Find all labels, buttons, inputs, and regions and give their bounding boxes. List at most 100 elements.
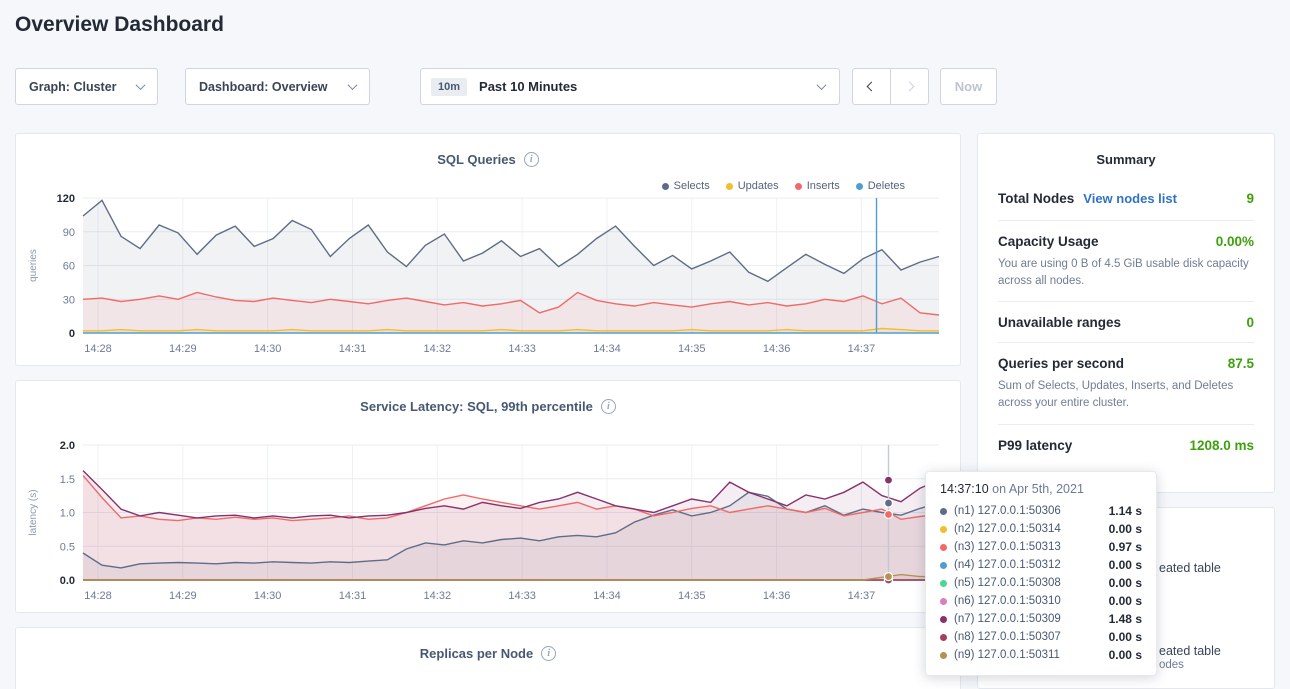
chart-card-service-latency: Service Latency: SQL, 99th percentile i … <box>15 380 961 613</box>
tooltip-node-label: (n4) 127.0.0.1:50312 <box>954 559 1061 571</box>
summary-desc: Sum of Selects, Updates, Inserts, and De… <box>998 378 1254 411</box>
node-color-dot-icon <box>940 508 947 515</box>
summary-row-capacity-usage: Capacity Usage 0.00% You are using 0 B o… <box>998 220 1254 301</box>
chart-plot-sql-queries[interactable]: 14:2814:2914:3014:3114:3214:3314:3414:35… <box>16 190 960 366</box>
tooltip-row: (n1) 127.0.0.1:50306 1.14 s <box>940 502 1142 520</box>
tooltip-value: 0.00 s <box>1109 522 1142 536</box>
svg-text:1.0: 1.0 <box>60 508 75 520</box>
svg-text:14:29: 14:29 <box>169 343 197 355</box>
dashboard-dropdown-label: Dashboard: Overview <box>199 80 328 94</box>
chevron-down-icon <box>348 80 358 90</box>
time-range-picker[interactable]: 10m Past 10 Minutes <box>420 68 840 105</box>
info-icon[interactable]: i <box>601 399 616 414</box>
svg-text:14:30: 14:30 <box>254 343 282 355</box>
graph-dropdown-label: Graph: Cluster <box>29 80 117 94</box>
event-fragment: eated table <box>1159 561 1221 575</box>
svg-text:14:31: 14:31 <box>339 590 367 602</box>
svg-text:latency (s): latency (s) <box>28 489 39 535</box>
event-fragment: eated table <box>1159 644 1221 658</box>
time-range-pager <box>852 68 929 105</box>
chevron-left-icon <box>867 82 877 92</box>
tooltip-value: 1.14 s <box>1109 504 1142 518</box>
svg-text:14:35: 14:35 <box>678 343 706 355</box>
node-color-dot-icon <box>940 526 947 533</box>
overview-dashboard-screen: Overview Dashboard Graph: Cluster Dashbo… <box>0 0 1290 689</box>
node-color-dot-icon <box>940 634 947 641</box>
summary-label: Capacity Usage <box>998 234 1099 249</box>
summary-row-unavailable-ranges: Unavailable ranges 0 <box>998 301 1254 342</box>
svg-text:14:28: 14:28 <box>84 590 112 602</box>
svg-text:2.0: 2.0 <box>60 440 75 452</box>
svg-text:30: 30 <box>63 294 75 306</box>
svg-text:14:32: 14:32 <box>424 590 452 602</box>
summary-value: 0.00% <box>1216 234 1254 249</box>
graph-dropdown[interactable]: Graph: Cluster <box>15 68 158 105</box>
chevron-down-icon <box>136 80 146 90</box>
node-color-dot-icon <box>940 562 947 569</box>
now-button[interactable]: Now <box>940 68 997 105</box>
tooltip-row: (n7) 127.0.0.1:503091.48 s <box>940 610 1142 628</box>
summary-panel: Summary Total Nodes View nodes list 9 Cap… <box>977 133 1275 493</box>
tooltip-value: 0.00 s <box>1109 576 1142 590</box>
node-color-dot-icon <box>940 580 947 587</box>
next-range-button[interactable] <box>890 68 929 105</box>
svg-text:1.5: 1.5 <box>60 474 75 486</box>
summary-value: 9 <box>1246 191 1254 206</box>
svg-text:0.5: 0.5 <box>60 541 75 553</box>
tooltip-value: 0.00 s <box>1109 558 1142 572</box>
svg-text:120: 120 <box>57 193 75 205</box>
summary-row-queries-per-second: Queries per second 87.5 Sum of Selects, … <box>998 342 1254 423</box>
chevron-right-icon <box>905 82 915 92</box>
svg-text:14:36: 14:36 <box>763 590 791 602</box>
info-icon[interactable]: i <box>541 646 556 661</box>
tooltip-row: (n6) 127.0.0.1:503100.00 s <box>940 592 1142 610</box>
tooltip-value: 0.97 s <box>1109 540 1142 554</box>
info-icon[interactable]: i <box>524 152 539 167</box>
tooltip-row: (n3) 127.0.0.1:503130.97 s <box>940 538 1142 556</box>
summary-label: Total Nodes <box>998 191 1074 206</box>
svg-text:0: 0 <box>69 328 75 340</box>
chart-plot-service-latency[interactable]: 14:2814:2914:3014:3114:3214:3314:3414:35… <box>16 437 960 613</box>
node-color-dot-icon <box>940 652 947 659</box>
time-range-badge: 10m <box>431 78 467 96</box>
summary-title: Summary <box>978 134 1274 177</box>
summary-value: 1208.0 ms <box>1189 438 1254 453</box>
tooltip-node-label: (n5) 127.0.0.1:50308 <box>954 577 1061 589</box>
summary-label: Unavailable ranges <box>998 315 1121 330</box>
svg-text:14:34: 14:34 <box>593 590 621 602</box>
node-color-dot-icon <box>940 544 947 551</box>
summary-row-total-nodes: Total Nodes View nodes list 9 <box>998 177 1254 220</box>
summary-value: 0 <box>1246 315 1254 330</box>
legend-swatch-icon <box>795 183 802 190</box>
tooltip-row: (n9) 127.0.0.1:503110.00 s <box>940 646 1142 664</box>
dashboard-dropdown[interactable]: Dashboard: Overview <box>185 68 370 105</box>
summary-desc: You are using 0 B of 4.5 GiB usable disk… <box>998 256 1254 289</box>
tooltip-value: 0.00 s <box>1109 630 1142 644</box>
svg-text:14:31: 14:31 <box>339 343 367 355</box>
svg-text:14:36: 14:36 <box>763 343 791 355</box>
svg-text:queries: queries <box>28 249 39 282</box>
svg-text:90: 90 <box>63 227 75 239</box>
tooltip-row: (n4) 127.0.0.1:50312 0.00 s <box>940 556 1142 574</box>
summary-label: Queries per second <box>998 356 1124 371</box>
tooltip-node-label: (n1) 127.0.0.1:50306 <box>954 505 1061 517</box>
time-range-label: Past 10 Minutes <box>479 79 577 94</box>
svg-text:14:33: 14:33 <box>508 343 536 355</box>
tooltip-node-label: (n8) 127.0.0.1:50307 <box>954 631 1061 643</box>
chart-title: Replicas per Node <box>420 646 533 661</box>
summary-row-p99-latency: P99 latency 1208.0 ms <box>998 424 1254 465</box>
legend-swatch-icon <box>726 183 733 190</box>
summary-label: P99 latency <box>998 438 1072 453</box>
prev-range-button[interactable] <box>852 68 891 105</box>
tooltip-row: (n5) 127.0.0.1:50308 0.00 s <box>940 574 1142 592</box>
svg-text:14:29: 14:29 <box>169 590 197 602</box>
summary-value: 87.5 <box>1228 356 1254 371</box>
svg-text:14:28: 14:28 <box>84 343 112 355</box>
svg-text:60: 60 <box>63 261 75 273</box>
node-color-dot-icon <box>940 616 947 623</box>
chart-tooltip: 14:37:10 on Apr 5th, 2021 (n1) 127.0.0.1… <box>925 471 1157 676</box>
tooltip-value: 1.48 s <box>1109 612 1142 626</box>
view-nodes-link[interactable]: View nodes list <box>1083 191 1177 206</box>
svg-text:14:33: 14:33 <box>508 590 536 602</box>
tooltip-node-label: (n9) 127.0.0.1:50311 <box>954 649 1060 661</box>
